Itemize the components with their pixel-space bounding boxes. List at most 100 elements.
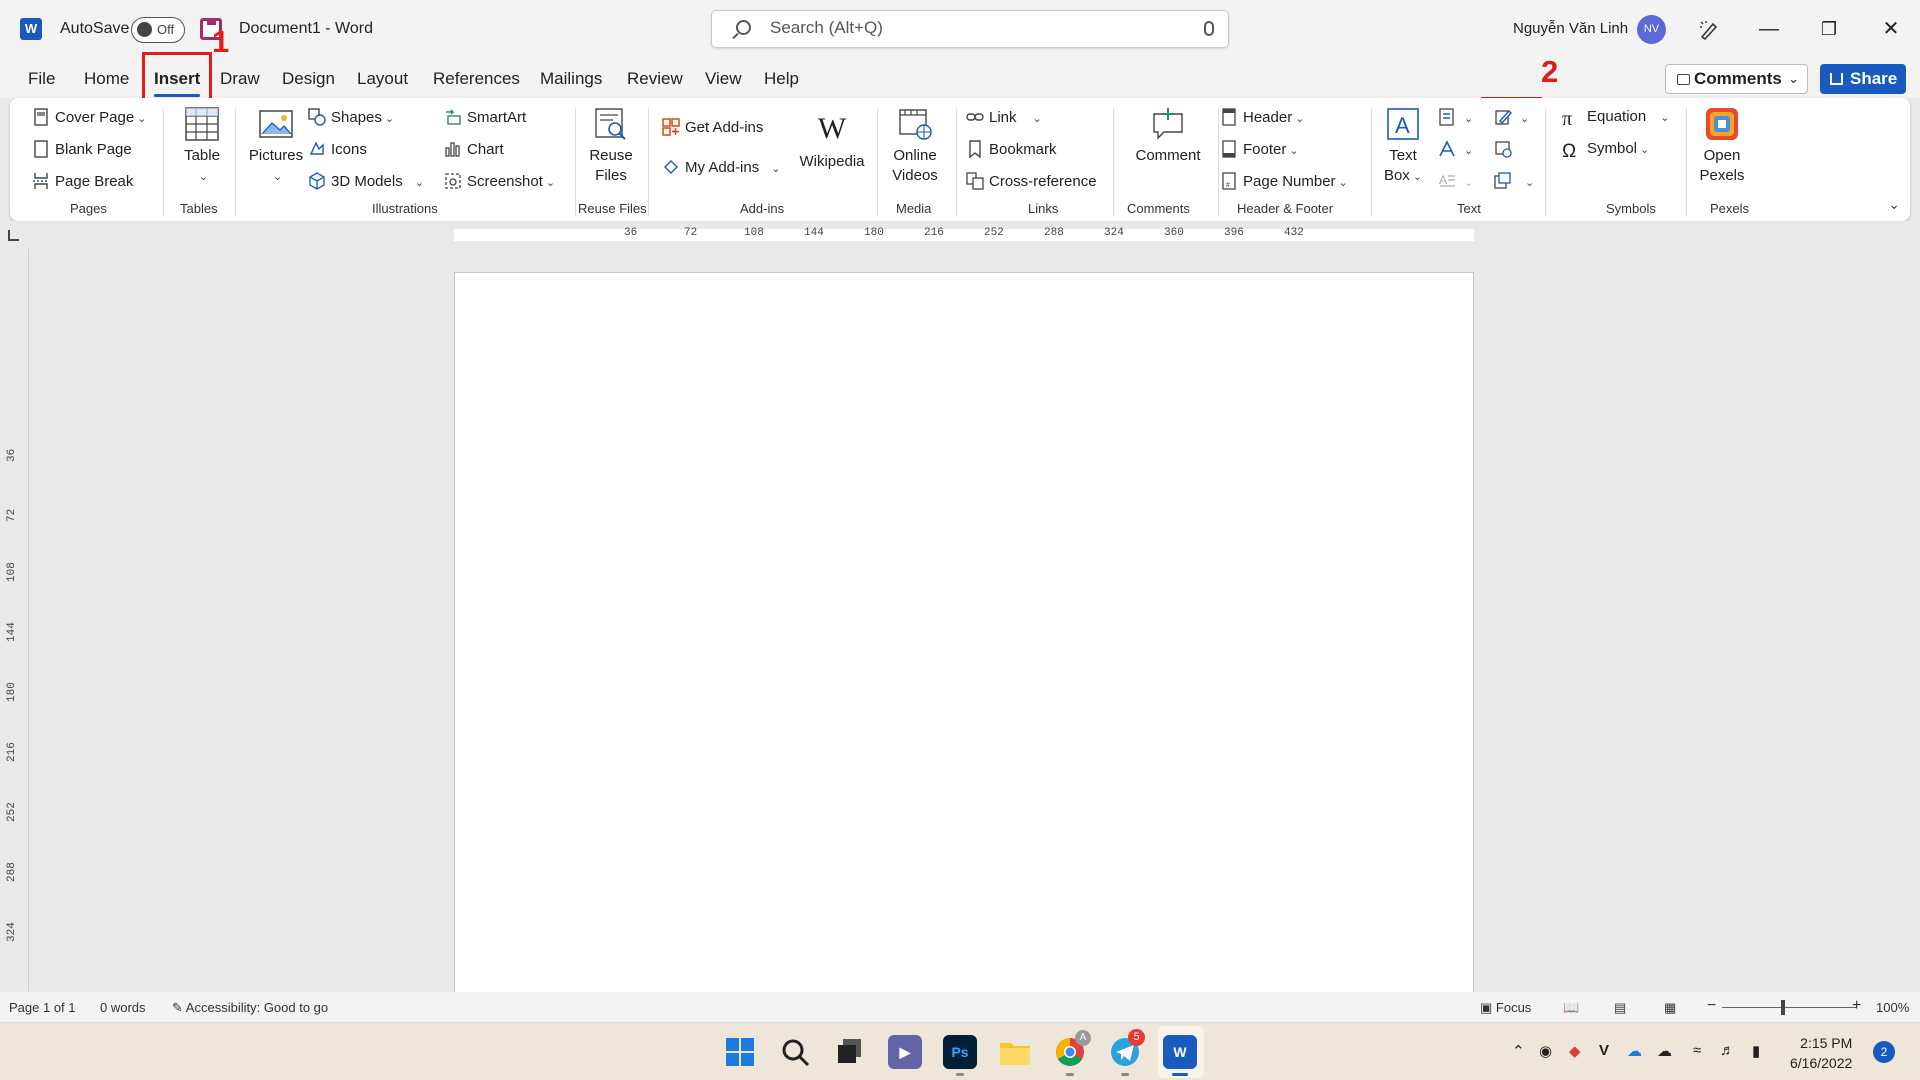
autosave-toggle[interactable]: Off [131,17,185,43]
zoom-slider-thumb[interactable] [1781,1000,1785,1015]
my-addins-button[interactable]: My Add-ins ⌄ [662,158,780,176]
comment-button[interactable]: Comment [1124,106,1212,166]
online-videos-button[interactable]: Online Videos [886,106,944,186]
drop-cap-icon: A [1439,173,1455,187]
ribbon-collapse-chevron-icon[interactable]: ⌄ [1888,196,1900,213]
web-layout-icon[interactable]: ▦ [1664,1000,1676,1016]
omega-symbol-icon: Ω [1562,141,1577,162]
print-layout-icon[interactable]: ▤ [1614,1000,1626,1016]
3d-models-button[interactable]: 3D Models ⌄ [308,172,424,190]
smartart-button[interactable]: SmartArt [444,108,526,126]
read-mode-icon[interactable]: 📖 [1563,1000,1579,1016]
file-explorer-icon[interactable] [998,1035,1032,1069]
comments-button[interactable]: Comments ⌄ [1665,64,1808,94]
accessibility-status[interactable]: ✎ Accessibility: Good to go [172,1000,328,1016]
cover-page-button[interactable]: Cover Page ⌄ [32,108,146,126]
zoom-in-button[interactable]: + [1852,997,1861,1015]
minimize-button[interactable]: — [1754,14,1784,44]
onedrive-personal-icon[interactable]: ☁ [1657,1042,1672,1060]
tab-view[interactable]: View [705,69,742,89]
word-count[interactable]: 0 words [100,1000,146,1015]
footer-button[interactable]: Footer ⌄ [1220,140,1299,158]
zoom-out-button[interactable]: − [1707,997,1716,1015]
vietkey-icon[interactable]: V [1599,1042,1609,1059]
screenshot-button[interactable]: Screenshot ⌄ [444,172,555,190]
horizontal-ruler[interactable]: 36 72 108 144 180 216 252 288 324 360 396 432 [454,227,1474,241]
document-page[interactable] [454,272,1474,992]
group-label-pages: Pages [70,201,107,216]
volume-icon[interactable]: ♬ [1720,1042,1735,1059]
focus-button[interactable]: ▣ Focus [1480,1000,1531,1016]
icons-button[interactable]: Icons [308,140,367,158]
page-number-button[interactable]: # Page Number ⌄ [1220,172,1348,190]
chart-icon [445,142,460,157]
search-box[interactable] [711,10,1229,48]
share-label: Share [1850,69,1898,88]
tab-draw[interactable]: Draw [220,69,260,89]
pictures-button[interactable]: Pictures ⌄ [246,106,306,187]
chevron-up-icon[interactable]: ⌃ [1512,1042,1525,1060]
tab-home[interactable]: Home [84,69,129,89]
tab-review[interactable]: Review [627,69,683,89]
tab-stop-selector-icon[interactable] [8,230,19,241]
ruler-divider [28,249,29,991]
equation-button[interactable]: π Equation ⌄ [1562,108,1669,130]
teams-chat-icon[interactable]: ▶ [888,1035,922,1069]
vertical-ruler[interactable]: 36 72 108 144 180 216 252 288 324 [6,262,22,992]
drop-cap-button[interactable]: A ⌄ [1438,172,1473,190]
share-button[interactable]: Share [1820,64,1906,94]
page-break-button[interactable]: Page Break [32,172,133,190]
object-button[interactable]: ⌄ [1494,172,1534,190]
search-input[interactable] [770,18,1170,38]
chrome-profile-badge: A [1075,1030,1091,1046]
restore-button[interactable]: ❐ [1814,14,1844,44]
bookmark-button[interactable]: Bookmark [966,140,1057,158]
shapes-button[interactable]: Shapes ⌄ [308,108,394,126]
tab-design[interactable]: Design [282,69,335,89]
close-button[interactable]: ✕ [1876,14,1906,44]
onedrive-icon[interactable]: ☁ [1627,1042,1642,1060]
blank-page-button[interactable]: Blank Page [32,140,132,158]
tab-mailings[interactable]: Mailings [540,69,602,89]
wordart-button[interactable]: ⌄ [1438,140,1473,158]
ribbon-separator [648,108,649,216]
photoshop-icon[interactable]: Ps [943,1035,977,1069]
date-time-button[interactable] [1494,140,1517,158]
reuse-files-button[interactable]: Reuse Files [586,106,636,186]
page-count[interactable]: Page 1 of 1 [9,1000,76,1015]
icons-icon [309,141,324,155]
tab-layout[interactable]: Layout [357,69,408,89]
wikipedia-button[interactable]: W Wikipedia [796,112,868,172]
tab-help[interactable]: Help [764,69,799,89]
ribbon-separator [163,108,164,216]
user-name[interactable]: Nguyễn Văn Linh [1513,20,1628,37]
quick-parts-button[interactable]: ⌄ [1438,108,1473,126]
tab-references[interactable]: References [433,69,520,89]
tray-app-icon[interactable]: ◉ [1539,1042,1552,1060]
search-icon[interactable] [778,1035,812,1069]
table-button[interactable]: Table ⌄ [177,106,227,187]
header-button[interactable]: Header ⌄ [1220,108,1304,126]
notification-count-badge[interactable]: 2 [1873,1041,1895,1063]
system-clock[interactable]: 2:15 PM 6/16/2022 [1790,1033,1852,1073]
cross-reference-button[interactable]: Cross-reference [966,172,1097,190]
avatar[interactable]: NV [1637,15,1666,44]
designer-pen-icon[interactable] [1698,19,1720,41]
battery-icon[interactable]: ▮ [1752,1042,1760,1060]
zoom-level[interactable]: 100% [1876,1000,1909,1015]
windows-start-icon[interactable] [723,1035,757,1069]
microphone-icon[interactable] [1204,21,1214,36]
word-taskbar-icon[interactable]: W [1163,1035,1197,1069]
text-box-button[interactable]: A Text Box ⌄ [1380,106,1426,187]
symbol-button[interactable]: Ω Symbol ⌄ [1562,140,1649,162]
zoom-slider-track[interactable] [1722,1007,1857,1008]
wifi-icon[interactable]: ≈ [1693,1042,1701,1059]
tab-file[interactable]: File [28,69,55,89]
link-button[interactable]: Link ⌄ [966,108,1042,126]
open-pexels-button[interactable]: Open Pexels [1696,106,1748,186]
task-view-icon[interactable] [833,1035,867,1069]
get-addins-button[interactable]: Get Add-ins [662,118,763,136]
signature-line-button[interactable]: ⌄ [1494,108,1529,126]
chart-button[interactable]: Chart [444,140,504,158]
anydesk-icon[interactable]: ◆ [1569,1042,1581,1060]
